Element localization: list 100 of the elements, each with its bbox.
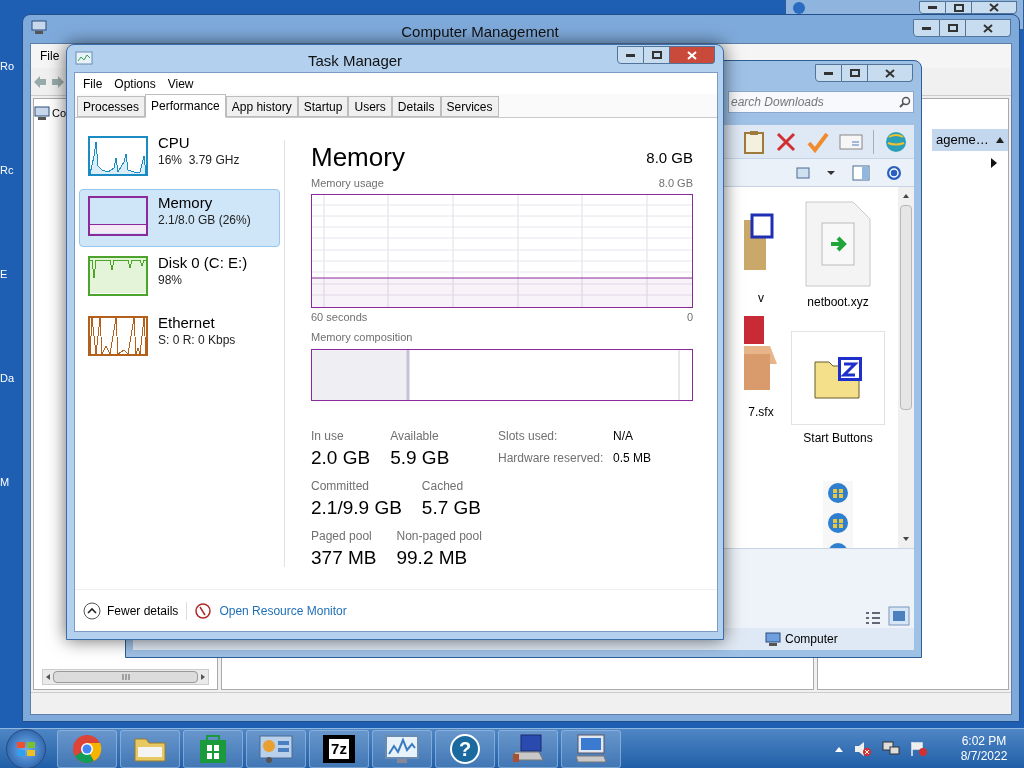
- grip-icon: [121, 674, 130, 680]
- stat-value: 2.0 GB: [311, 445, 371, 470]
- graph-label: Memory composition: [311, 330, 414, 345]
- menu-item[interactable]: File: [77, 74, 109, 93]
- window-title: Task Manager: [306, 51, 404, 71]
- tab[interactable]: Processes: [77, 96, 146, 117]
- stat-value: 2.1/9.9 GB: [311, 495, 402, 520]
- menu-item[interactable]: View: [161, 74, 200, 93]
- minimize-button[interactable]: [617, 46, 644, 64]
- archiver-icon: 7z: [323, 734, 355, 763]
- resource-item[interactable]: Memory 2.1/8.0 GB (26%): [79, 189, 280, 247]
- stat-value: 99.2 MB: [396, 545, 469, 570]
- resource-item[interactable]: Ethernet S: 0 R: 0 Kbps: [79, 309, 280, 367]
- stat-value: 377 MB: [311, 545, 377, 570]
- desktop-icon-label[interactable]: E: [0, 266, 8, 283]
- tab[interactable]: App history: [225, 96, 298, 117]
- stat-label: Available: [390, 427, 440, 445]
- taskbar-button[interactable]: ?: [435, 729, 495, 768]
- close-icon: [885, 68, 895, 78]
- resource-monitor-icon: [195, 602, 212, 619]
- minimize-button[interactable]: [913, 19, 940, 37]
- tab[interactable]: Startup: [297, 96, 349, 117]
- file-name[interactable]: Start Buttons: [803, 431, 873, 445]
- scrollbar-thumb[interactable]: [900, 205, 912, 410]
- tab[interactable]: Services: [440, 96, 499, 117]
- taskbar-button[interactable]: [498, 729, 558, 768]
- search-icon[interactable]: [899, 96, 911, 108]
- actions-header[interactable]: ageme…: [932, 129, 1008, 151]
- tab[interactable]: Details: [391, 96, 441, 117]
- control-panel-icon: [259, 733, 293, 764]
- taskbar-button[interactable]: [183, 729, 243, 768]
- resource-monitor-link[interactable]: Open Resource Monitor: [219, 601, 347, 620]
- close-button[interactable]: [868, 64, 913, 82]
- document-icon: [805, 201, 871, 287]
- minimize-button[interactable]: [815, 64, 842, 82]
- computer-icon: [34, 105, 50, 122]
- fewer-details-button[interactable]: Fewer details: [83, 601, 179, 620]
- search-field[interactable]: earch Downloads: [728, 91, 914, 113]
- clipboard-icon[interactable]: [743, 129, 765, 154]
- flag-alert-icon[interactable]: [910, 740, 928, 757]
- scroll-up-icon[interactable]: [902, 193, 910, 199]
- expand-arrow-icon[interactable]: [990, 157, 998, 169]
- checkmark-icon[interactable]: [807, 130, 829, 153]
- delete-icon[interactable]: [775, 130, 797, 153]
- muted-speaker-icon[interactable]: [854, 740, 872, 757]
- clock-date[interactable]: 8/7/2022: [960, 748, 1008, 764]
- chrome-icon: [72, 733, 102, 764]
- maximize-button[interactable]: [946, 1, 972, 14]
- tab[interactable]: Users: [348, 96, 392, 117]
- taskbar-button[interactable]: [120, 729, 180, 768]
- help-icon: ?: [450, 733, 480, 764]
- close-button[interactable]: [670, 46, 715, 64]
- taskbar-button[interactable]: [372, 729, 432, 768]
- status-location: Computer: [785, 631, 838, 648]
- scrollbar-thumb[interactable]: [52, 671, 199, 683]
- taskbar-button[interactable]: [561, 729, 621, 768]
- stat-value: 5.9 GB: [390, 445, 450, 470]
- maximize-button[interactable]: [940, 19, 966, 37]
- section-heading: Memory: [311, 142, 405, 172]
- file-name[interactable]: netboot.xyz: [807, 295, 869, 309]
- desktop-icon-label[interactable]: M: [0, 474, 10, 491]
- maximize-button[interactable]: [644, 46, 670, 64]
- close-button[interactable]: [966, 19, 1011, 37]
- taskbar-button[interactable]: [246, 729, 306, 768]
- minimize-icon: [928, 6, 937, 9]
- menu-item[interactable]: Options: [108, 74, 162, 93]
- taskbar-button[interactable]: 7z: [309, 729, 369, 768]
- maximize-button[interactable]: [842, 64, 868, 82]
- file-tile[interactable]: [791, 331, 885, 425]
- tree-item[interactable]: Co: [52, 105, 67, 122]
- start-button[interactable]: [6, 728, 46, 768]
- resource-detail: S: 0 R: 0 Kbps: [158, 332, 236, 348]
- file-name[interactable]: 7.sfx: [748, 405, 774, 419]
- file-name[interactable]: v: [758, 291, 764, 305]
- vertical-scrollbar[interactable]: [898, 187, 914, 548]
- resource-item[interactable]: CPU 16% 3.79 GHz: [79, 129, 280, 187]
- scroll-down-icon[interactable]: [902, 536, 910, 542]
- resource-item[interactable]: Disk 0 (C: E:) 98%: [79, 249, 280, 307]
- caret-icon[interactable]: [826, 169, 836, 176]
- large-icons-view-icon[interactable]: [888, 606, 910, 626]
- file-tile[interactable]: [805, 199, 871, 289]
- network-icon[interactable]: [882, 740, 900, 757]
- desktop-icon-label[interactable]: Ro: [0, 58, 15, 75]
- detail-value: N/A: [613, 427, 634, 445]
- tab[interactable]: Performance: [145, 94, 226, 118]
- desktop-icon-label[interactable]: Da: [0, 370, 15, 387]
- horizontal-scrollbar[interactable]: [42, 669, 209, 685]
- network-computer-icon: [511, 733, 545, 764]
- collapse-icon[interactable]: [994, 136, 1004, 144]
- taskbar-button[interactable]: [57, 729, 117, 768]
- close-button[interactable]: [972, 1, 1017, 14]
- desktop-icon-label[interactable]: Rc: [0, 162, 14, 179]
- computer-icon: [765, 631, 781, 647]
- forward-arrow-icon[interactable]: [51, 74, 65, 89]
- resource-detail: 2.1/8.0 GB (26%): [158, 212, 251, 228]
- maximize-icon: [651, 51, 662, 59]
- clock-time[interactable]: 6:02 PM: [961, 733, 1007, 749]
- minimize-button[interactable]: [919, 1, 946, 14]
- details-view-icon[interactable]: [864, 610, 882, 626]
- menu-item[interactable]: File: [33, 47, 67, 65]
